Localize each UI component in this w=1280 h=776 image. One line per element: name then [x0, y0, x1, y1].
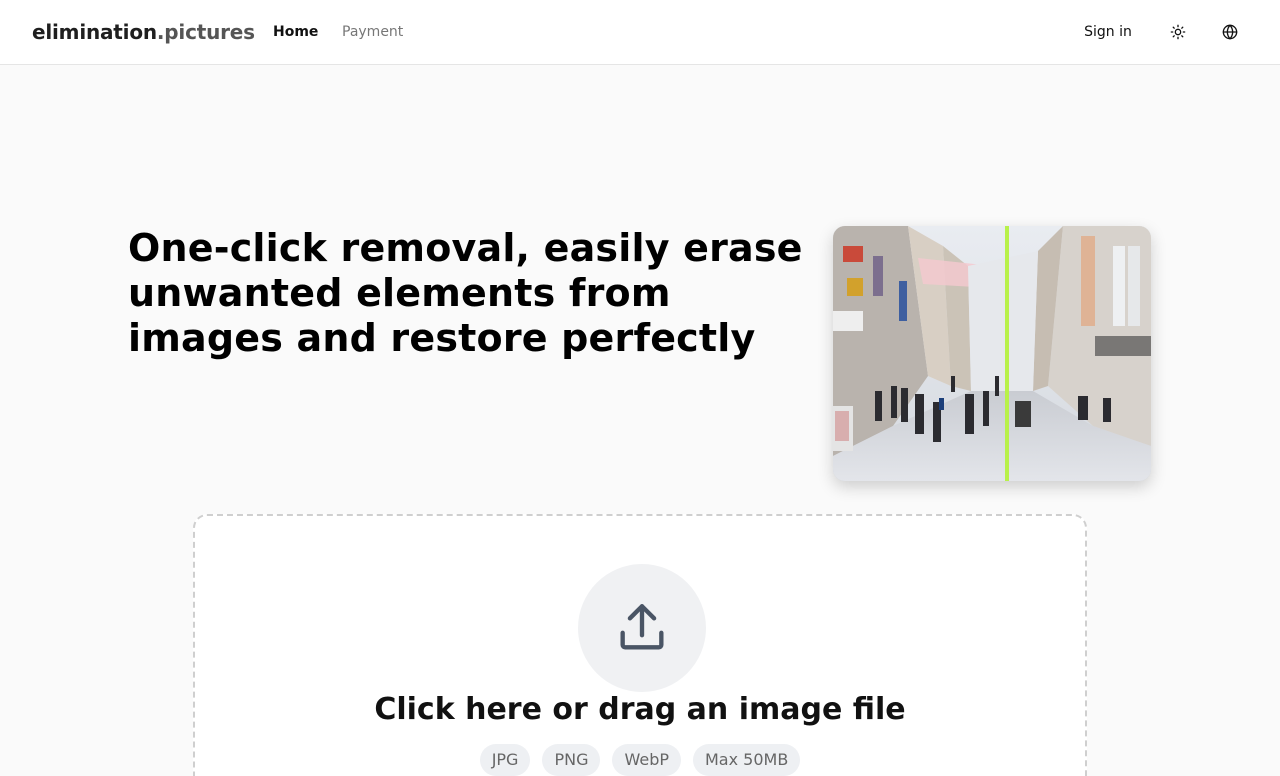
globe-icon: [1222, 24, 1238, 40]
brand-suffix: .pictures: [156, 20, 255, 44]
format-chip-jpg: JPG: [479, 744, 531, 776]
format-chip-webp: WebP: [612, 744, 681, 776]
top-navbar: elimination.pictures Home Payment Sign i…: [0, 0, 1280, 65]
theme-toggle-button[interactable]: [1162, 16, 1194, 48]
format-chip-max-size: Max 50MB: [693, 744, 801, 776]
upload-icon: [620, 604, 664, 650]
nav-home-link[interactable]: Home: [273, 22, 318, 42]
sun-icon: [1170, 24, 1186, 40]
nav-payment-link[interactable]: Payment: [342, 22, 403, 42]
street-scene-image: [833, 226, 1151, 481]
hero-title: One-click removal, easily erase unwanted…: [128, 226, 803, 360]
brand-main: elimination: [32, 20, 157, 44]
sign-in-button[interactable]: Sign in: [1068, 16, 1148, 48]
brand-logo[interactable]: elimination.pictures: [32, 18, 255, 46]
upload-icon-circle: [578, 564, 706, 692]
upload-instruction: Click here or drag an image file: [374, 692, 906, 727]
format-chip-png: PNG: [542, 744, 601, 776]
before-after-preview: [833, 226, 1151, 481]
language-button[interactable]: [1214, 16, 1246, 48]
format-chips: JPG PNG WebP Max 50MB: [195, 744, 1085, 776]
upload-dropzone[interactable]: Click here or drag an image file JPG PNG…: [193, 514, 1087, 776]
